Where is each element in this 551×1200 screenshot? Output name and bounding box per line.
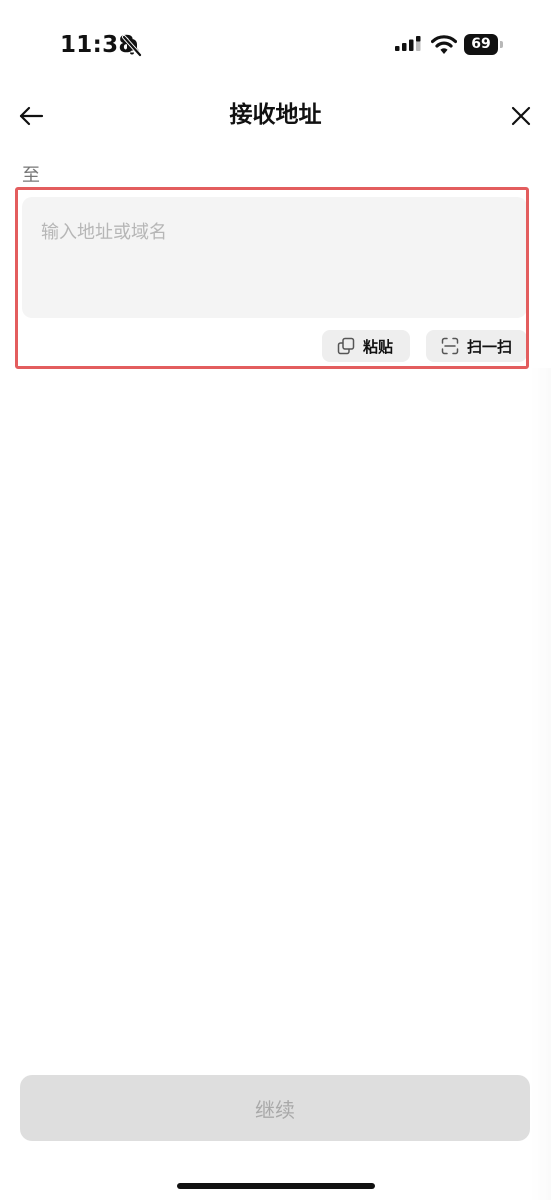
recipient-label: 至 [22, 165, 40, 186]
cellular-signal-icon [395, 36, 421, 51]
navigation-bar: 接收地址 [0, 88, 551, 144]
receive-address-screen: 11:38 69 接收地址 至 输入地址或域名 粘贴 扫一扫 继续 [0, 0, 551, 1200]
close-button[interactable] [504, 100, 538, 132]
highlight-frame [15, 187, 529, 369]
battery-percent: 69 [471, 36, 491, 52]
bell-slash-icon [122, 35, 142, 57]
battery-tip [500, 41, 503, 48]
back-button[interactable] [14, 100, 48, 132]
home-indicator [177, 1183, 375, 1189]
close-icon [511, 106, 531, 126]
page-title: 接收地址 [229, 102, 322, 128]
edge-shade [531, 368, 551, 1200]
battery-icon: 69 [464, 34, 504, 55]
status-bar: 11:38 69 [0, 0, 551, 88]
continue-button[interactable]: 继续 [20, 1075, 530, 1141]
wifi-icon [431, 35, 457, 54]
arrow-left-icon [19, 106, 44, 126]
